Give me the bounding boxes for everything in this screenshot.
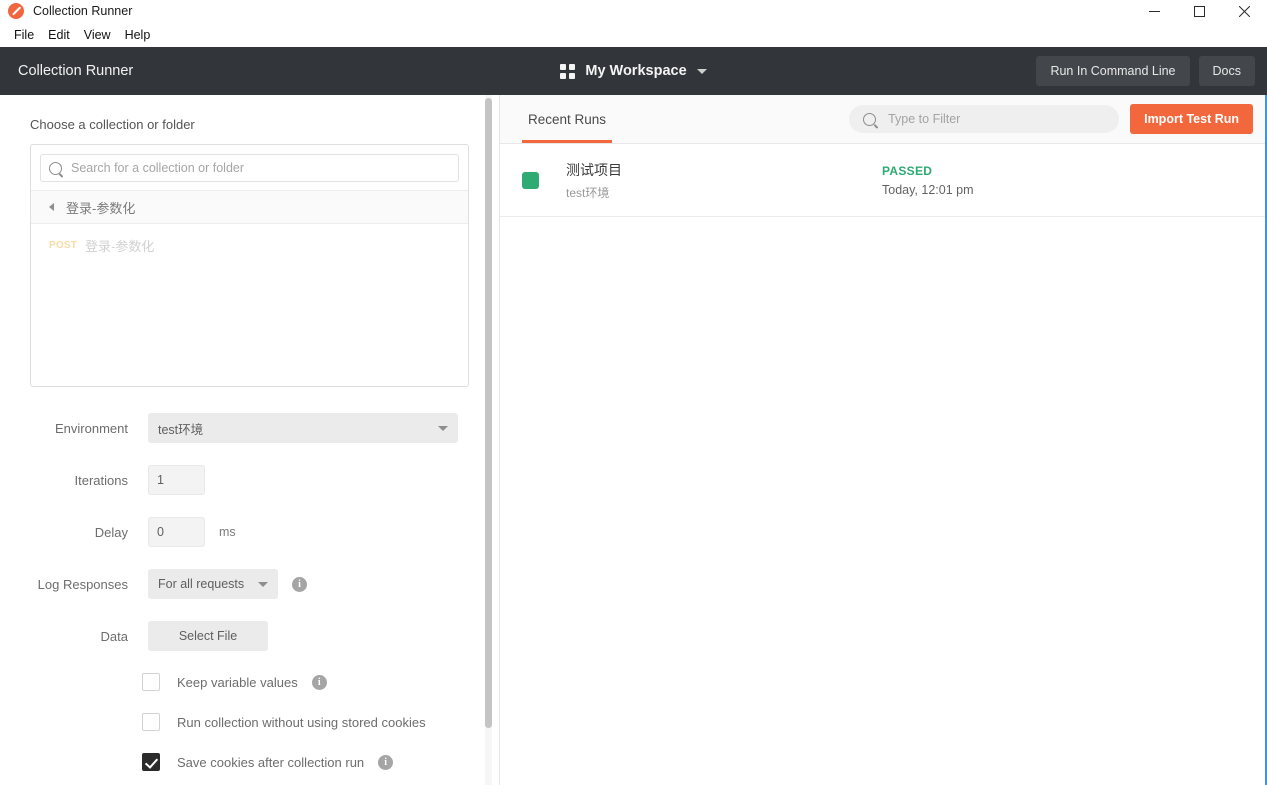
menu-bar: File Edit View Help	[0, 22, 1267, 47]
run-meta: 测试项目 test环境	[566, 160, 622, 201]
runs-list: 测试项目 test环境 PASSED Today, 12:01 pm	[500, 144, 1267, 785]
run-in-command-line-button[interactable]: Run In Command Line	[1036, 56, 1190, 86]
header-actions: Run In Command Line Docs	[1036, 56, 1255, 86]
keep-variable-values-checkbox[interactable]	[142, 673, 160, 691]
save-cookies-row: Save cookies after collection run i	[30, 753, 469, 771]
iterations-row: Iterations	[30, 465, 469, 495]
request-method: POST	[49, 240, 78, 251]
search-input[interactable]	[69, 160, 450, 176]
collection-config-panel: Choose a collection or folder 登录-参数化 POS…	[0, 95, 500, 785]
minimize-icon[interactable]	[1132, 0, 1177, 22]
import-test-run-button[interactable]: Import Test Run	[1130, 104, 1253, 134]
delay-unit: ms	[219, 525, 236, 539]
left-panel-scrollbar[interactable]	[485, 95, 492, 785]
collection-search-wrap	[31, 145, 468, 190]
info-icon[interactable]: i	[311, 674, 327, 690]
window-titlebar: Collection Runner	[0, 0, 1267, 22]
table-row[interactable]: 测试项目 test环境 PASSED Today, 12:01 pm	[500, 144, 1267, 217]
environment-value: test环境	[158, 422, 204, 437]
triangle-left-icon	[49, 203, 54, 211]
menu-item-help[interactable]: Help	[118, 26, 158, 44]
info-icon[interactable]: i	[378, 754, 394, 770]
collection-chooser: 登录-参数化 POST 登录-参数化	[30, 144, 469, 387]
iterations-label: Iterations	[74, 472, 128, 488]
scrollbar-thumb[interactable]	[485, 98, 492, 728]
save-cookies-checkbox[interactable]	[142, 753, 160, 771]
run-timestamp: Today, 12:01 pm	[882, 182, 974, 197]
environment-row: Environment test环境	[30, 413, 469, 443]
info-icon[interactable]: i	[292, 576, 307, 592]
collection-search-field[interactable]	[40, 154, 459, 182]
environment-label: Environment	[55, 420, 128, 436]
chevron-down-icon	[696, 68, 707, 74]
request-name: 登录-参数化	[85, 239, 155, 254]
keep-variable-values-label: Keep variable values	[177, 674, 298, 690]
recent-runs-panel: Recent Runs Import Test Run 测试项目 test环境 …	[500, 95, 1267, 785]
chevron-down-icon	[258, 581, 268, 587]
status-square-icon	[522, 171, 539, 189]
run-settings-form: Environment test环境 Iterations Delay ms	[30, 413, 469, 771]
status-badge: PASSED	[882, 163, 933, 178]
run-result: PASSED Today, 12:01 pm	[882, 164, 974, 197]
grid-icon	[560, 63, 576, 79]
run-without-cookies-label: Run collection without using stored cook…	[177, 714, 426, 730]
run-name: 测试项目	[566, 161, 622, 178]
choose-collection-label: Choose a collection or folder	[30, 117, 195, 132]
list-item[interactable]: POST 登录-参数化	[31, 233, 468, 258]
search-icon	[49, 161, 62, 175]
workspace-name: My Workspace	[585, 63, 687, 79]
toolbar-actions: Import Test Run	[849, 104, 1253, 134]
close-icon[interactable]	[1222, 0, 1267, 22]
app-title: Collection Runner	[18, 63, 134, 79]
menu-item-view[interactable]: View	[77, 26, 118, 44]
breadcrumb-label: 登录-参数化	[66, 200, 136, 216]
run-environment: test环境	[566, 185, 610, 200]
filter-field[interactable]	[849, 105, 1120, 133]
log-responses-select[interactable]: For all requests	[148, 569, 278, 599]
data-label: Data	[100, 628, 128, 644]
save-cookies-label: Save cookies after collection run	[177, 754, 365, 770]
window-title: Collection Runner	[33, 4, 133, 18]
collection-breadcrumb[interactable]: 登录-参数化	[31, 190, 468, 224]
log-responses-label: Log Responses	[37, 576, 128, 592]
menu-item-file[interactable]: File	[7, 26, 41, 44]
run-without-cookies-checkbox[interactable]	[142, 713, 160, 731]
window-controls	[1132, 0, 1267, 22]
data-row: Data Select File	[30, 621, 469, 651]
filter-input[interactable]	[886, 111, 1106, 127]
recent-runs-toolbar: Recent Runs Import Test Run	[500, 95, 1267, 144]
select-file-button[interactable]: Select File	[148, 621, 268, 651]
delay-input[interactable]	[148, 517, 205, 547]
delay-row: Delay ms	[30, 517, 469, 547]
tab-recent-runs[interactable]: Recent Runs	[522, 95, 613, 143]
app-header: Collection Runner My Workspace Run In Co…	[0, 47, 1267, 95]
log-responses-row: Log Responses For all requests i	[30, 569, 469, 599]
delay-label: Delay	[94, 524, 128, 540]
log-responses-value: For all requests	[158, 577, 245, 591]
environment-select[interactable]: test环境	[148, 413, 458, 443]
run-without-cookies-row: Run collection without using stored cook…	[30, 713, 469, 731]
menu-item-edit[interactable]: Edit	[41, 26, 77, 44]
keep-variable-values-row: Keep variable values i	[30, 673, 469, 691]
maximize-icon[interactable]	[1177, 0, 1222, 22]
iterations-input[interactable]	[148, 465, 205, 495]
postman-logo-icon	[8, 3, 24, 19]
chevron-down-icon	[438, 425, 448, 431]
main-body: Choose a collection or folder 登录-参数化 POS…	[0, 95, 1267, 785]
docs-button[interactable]: Docs	[1198, 56, 1255, 86]
request-list: POST 登录-参数化	[31, 224, 468, 386]
search-icon	[863, 112, 877, 126]
